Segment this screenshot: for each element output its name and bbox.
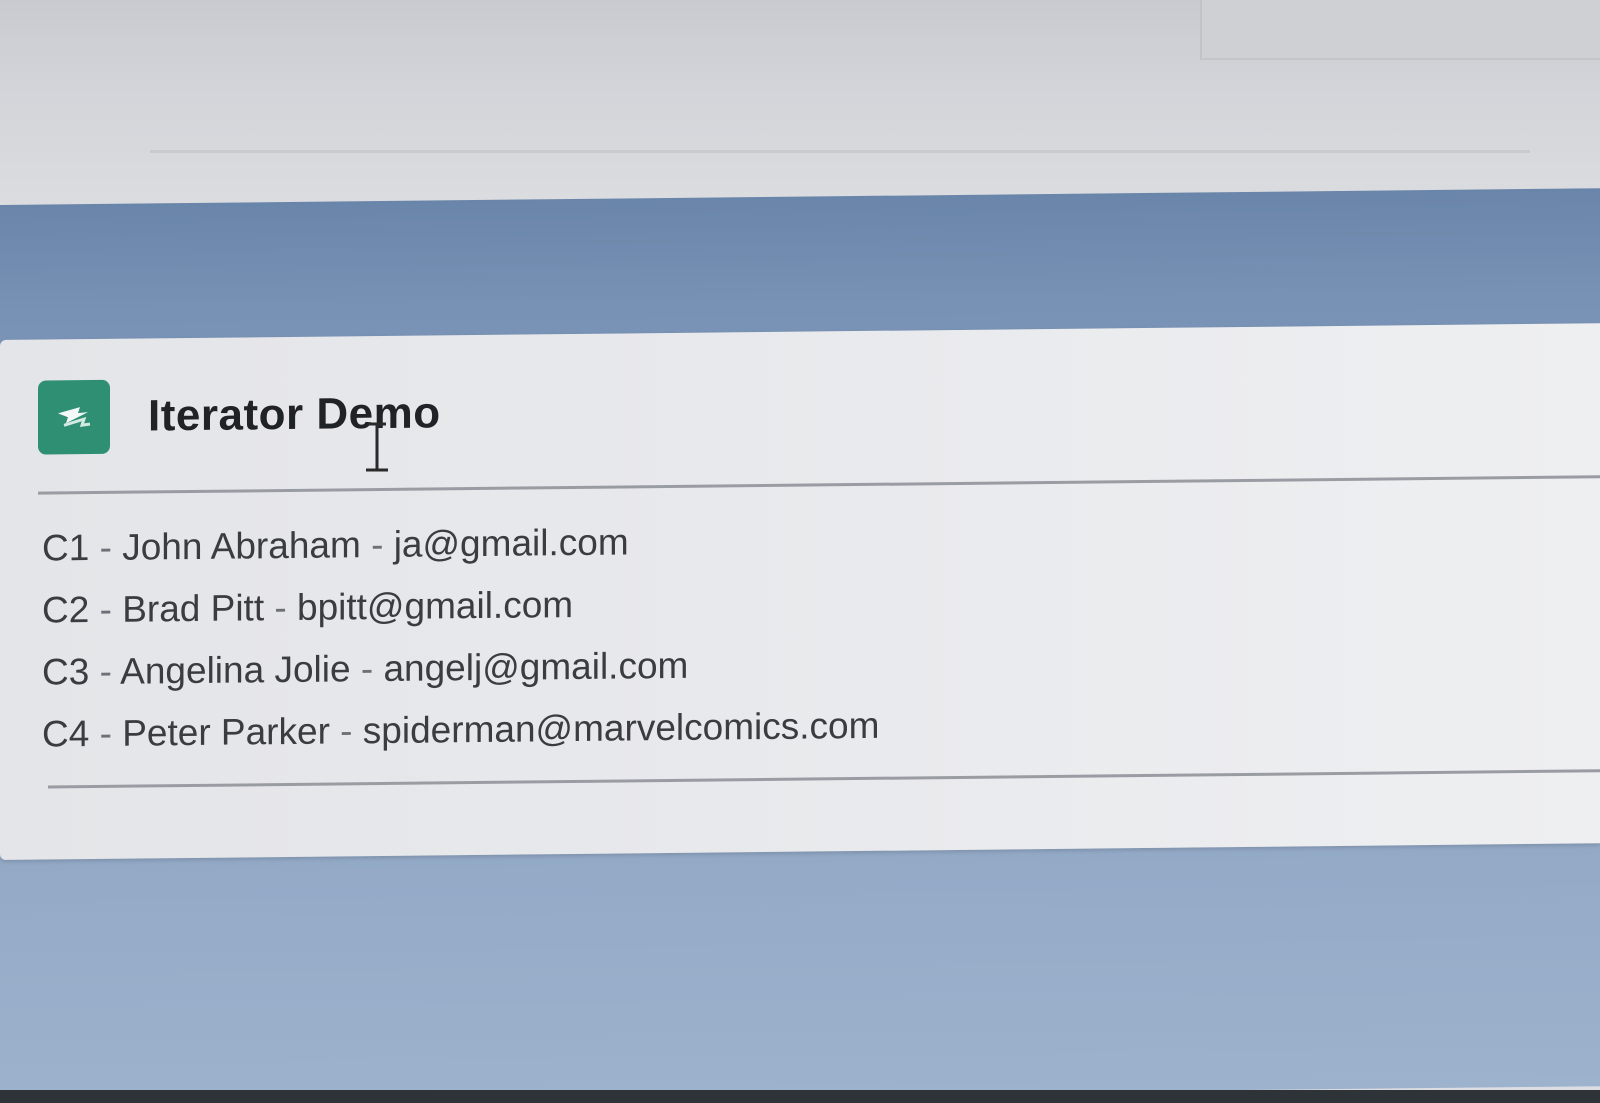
separator: - [350, 647, 384, 690]
contact-email: angelj@gmail.com [383, 644, 689, 689]
iterator-demo-card: Iterator Demo C1 - John Abraham - ja@gma… [0, 323, 1600, 860]
contact-id: C4 [42, 713, 90, 755]
header-divider [150, 150, 1530, 153]
contact-name: Brad Pitt [122, 587, 265, 630]
screen-bezel [0, 1090, 1600, 1103]
contact-list: C1 - John Abraham - ja@gmail.com C2 - Br… [42, 509, 879, 766]
contact-name: John Abraham [122, 524, 361, 568]
contact-email: bpitt@gmail.com [297, 583, 574, 628]
contact-id: C3 [42, 651, 90, 693]
separator: - [89, 526, 123, 569]
text-cursor-icon [366, 422, 388, 472]
contact-email: ja@gmail.com [393, 521, 629, 565]
separator: - [89, 712, 123, 755]
contact-id: C1 [42, 527, 90, 569]
contact-id: C2 [42, 589, 90, 631]
separator: - [329, 710, 363, 752]
separator: - [264, 586, 297, 629]
separator: - [360, 523, 394, 566]
iterator-loop-icon [38, 379, 110, 455]
contact-email: spiderman@marvelcomics.com [362, 704, 880, 752]
contact-name: Angelina Jolie [120, 648, 351, 692]
contact-name: Peter Parker [122, 710, 330, 754]
list-item: C1 - John Abraham - ja@gmail.com [42, 509, 879, 580]
card-divider-top [38, 475, 1600, 495]
list-item: C3 - Angelina Jolie - angelj@gmail.com [42, 633, 879, 704]
card-title: Iterator Demo [148, 388, 441, 441]
page-header [0, 0, 1600, 215]
header-panel [1200, 0, 1600, 60]
list-item: C2 - Brad Pitt - bpitt@gmail.com [42, 571, 879, 642]
separator: - [89, 650, 121, 693]
card-divider-bottom [48, 769, 1600, 789]
separator: - [89, 588, 123, 631]
list-item: C4 - Peter Parker - spiderman@marvelcomi… [42, 695, 879, 766]
